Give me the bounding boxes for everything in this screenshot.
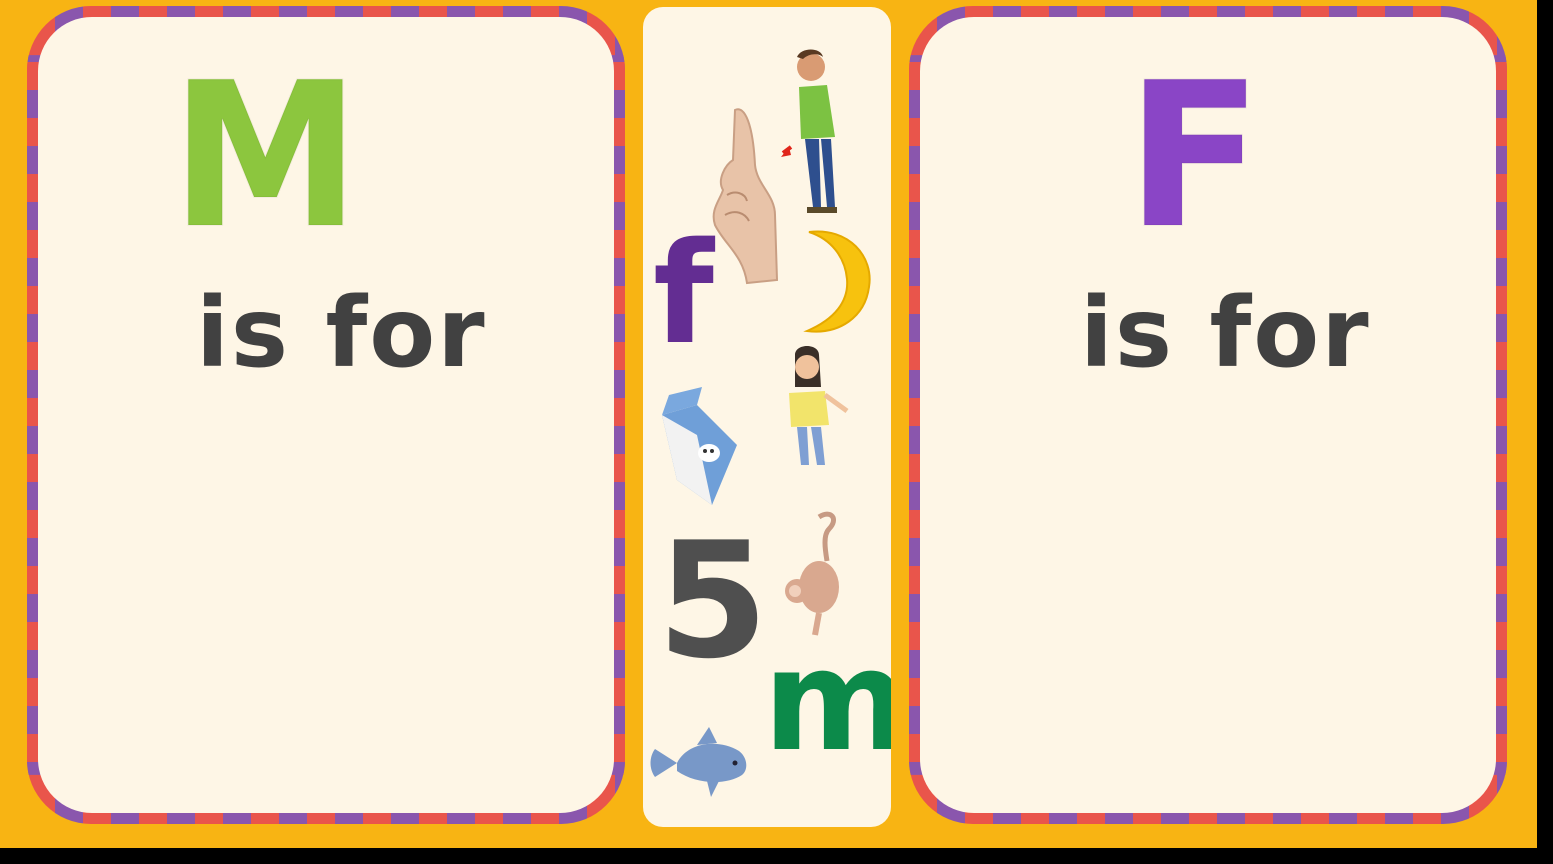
- game-board: M is for f 5 m F is for: [0, 0, 1537, 848]
- man-pointing-icon[interactable]: [781, 47, 861, 217]
- sort-card-m[interactable]: M is for: [27, 6, 625, 824]
- sort-card-f-area[interactable]: F is for: [920, 17, 1496, 813]
- letter-f-heading: F: [1125, 40, 1264, 273]
- is-for-label: is for: [196, 277, 487, 389]
- girl-icon[interactable]: [785, 345, 857, 470]
- picture-tray: f 5 m: [643, 7, 891, 827]
- fish-icon[interactable]: [647, 723, 752, 801]
- letter-f-tile[interactable]: f: [653, 225, 714, 365]
- finger-icon[interactable]: [705, 105, 785, 285]
- is-for-label: is for: [1080, 277, 1371, 389]
- moon-icon[interactable]: [799, 227, 874, 337]
- number-5-tile[interactable]: 5: [657, 521, 768, 681]
- sort-card-f[interactable]: F is for: [909, 6, 1507, 824]
- letter-m-heading: M: [170, 40, 361, 273]
- sort-card-m-area[interactable]: M is for: [38, 17, 614, 813]
- milk-carton-icon[interactable]: [657, 385, 742, 510]
- letter-m-tile[interactable]: m: [763, 632, 891, 772]
